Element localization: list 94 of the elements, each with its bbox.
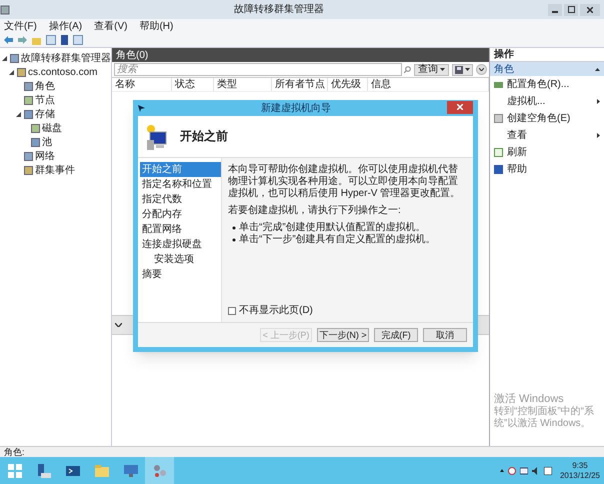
monitor-icon: [122, 462, 138, 478]
restore-button[interactable]: [564, 4, 578, 16]
tree-node-icon: [24, 96, 33, 104]
tree-node-icon: [24, 82, 33, 90]
column-header[interactable]: 信息: [371, 78, 391, 91]
close-button[interactable]: [447, 100, 473, 114]
dropdown-icon: [465, 68, 470, 71]
back-icon: [4, 36, 13, 44]
minimize-button[interactable]: [548, 4, 562, 16]
tree-item[interactable]: 故障转移群集管理器: [21, 52, 111, 64]
tree-node-icon: [31, 138, 40, 146]
restore-icon: [568, 6, 574, 13]
tree-node-icon: [24, 110, 33, 118]
tree-item[interactable]: 角色: [35, 80, 55, 92]
tree-node-icon: [17, 68, 26, 76]
query-button[interactable]: 查询: [414, 64, 449, 76]
wizard-step[interactable]: 配置网络: [140, 222, 221, 237]
tree-node-icon: [10, 54, 19, 62]
dialog-button[interactable]: 完成(F): [374, 328, 418, 342]
tree-item[interactable]: cs.contoso.com: [28, 66, 98, 78]
tray-app-icon: [508, 466, 516, 474]
speaker-icon: [532, 466, 540, 474]
wizard-step[interactable]: 连接虚拟硬盘: [140, 237, 221, 252]
panel-icon: [73, 35, 83, 45]
forward-icon: [18, 36, 27, 44]
app-icon: [0, 4, 10, 14]
close-icon: [587, 6, 593, 12]
tree-item[interactable]: 网络: [35, 150, 55, 162]
folder-icon: [94, 462, 110, 478]
column-header[interactable]: 所有者节点: [275, 78, 325, 91]
tree-node-icon: [24, 152, 33, 160]
wizard-heading: 开始之前: [180, 130, 228, 143]
blank-icon: [494, 114, 503, 123]
window-title: 故障转移群集管理器: [233, 3, 325, 16]
dialog-button[interactable]: 下一步(N) >: [317, 328, 369, 342]
activation-title: 激活 Windows: [494, 392, 565, 406]
column-header[interactable]: 类型: [217, 78, 237, 91]
search-field[interactable]: 搜索: [114, 63, 402, 76]
tree-item[interactable]: 磁盘: [42, 122, 62, 134]
paragraph: 本向导可帮助你创建虚拟机。你可以使用虚拟机代替物理计算机实现各种用途。可以立即使用本向导配置虚拟机，也可以稍后使用 Hyper-V 管理器更改配置。: [228, 164, 462, 200]
folder-icon: [32, 36, 41, 44]
paragraph: 若要创建虚拟机，请执行下列操作之一:: [228, 205, 402, 217]
chevron-icon: [479, 68, 484, 71]
tray-arrow-icon: [500, 469, 504, 472]
expand-button[interactable]: [476, 64, 487, 75]
wizard-step[interactable]: 安装选项: [140, 252, 221, 267]
tree-item[interactable]: 池: [42, 136, 52, 148]
bullet-text: 单击“下一步”创建具有自定义配置的虚拟机。: [239, 234, 436, 246]
windows-logo-icon: [6, 462, 22, 478]
tree-item[interactable]: 节点: [35, 94, 55, 106]
close-icon: [457, 104, 463, 110]
column-header[interactable]: 名称: [115, 78, 135, 91]
menu-item[interactable]: 操作(A): [48, 20, 82, 32]
action-link[interactable]: 帮助: [507, 163, 600, 176]
tree-node-icon: [24, 166, 33, 174]
save-query-button[interactable]: [452, 64, 473, 76]
action-link[interactable]: 创建空角色(E): [507, 112, 600, 125]
bullet-text: 单击“完成”创建使用默认值配置的虚拟机。: [239, 222, 426, 234]
action-link[interactable]: 配置角色(R)...: [507, 78, 600, 91]
clock-time[interactable]: 9:35: [572, 460, 588, 470]
action-link[interactable]: 虚拟机...: [507, 95, 593, 108]
tree-node-icon: [31, 124, 40, 132]
column-header[interactable]: 状态: [175, 78, 195, 91]
menu-item[interactable]: 帮助(H): [139, 20, 174, 32]
wizard-step[interactable]: 开始之前: [140, 162, 221, 177]
checkbox[interactable]: [228, 307, 236, 315]
section-header[interactable]: 角色: [490, 62, 604, 76]
activation-text: 转到“控制面板”中的“系统”以激活 Windows。: [494, 406, 595, 430]
column-header[interactable]: 优先级: [331, 78, 361, 91]
panel-icon: [46, 35, 56, 45]
search-icon: [404, 66, 411, 73]
action-link[interactable]: 查看: [507, 129, 593, 142]
wizard-step[interactable]: 分配内存: [140, 207, 221, 222]
dialog-title: 新建虚拟机向导: [260, 102, 332, 114]
collapse-icon: [595, 68, 600, 70]
status-text: 角色:: [4, 446, 25, 458]
pane-header: 角色(0): [112, 48, 489, 62]
checkbox-label[interactable]: 不再显示此页(D): [239, 305, 313, 317]
cluster-icon: [152, 462, 168, 478]
tree-item[interactable]: 存储: [35, 108, 55, 120]
action-link[interactable]: 刷新: [507, 146, 600, 159]
clock-date[interactable]: 2013/12/25: [560, 470, 600, 480]
dialog-app-icon: [138, 104, 145, 112]
chevron-icon: [115, 323, 122, 327]
dialog-button[interactable]: 取消: [423, 328, 467, 342]
menu-item[interactable]: 查看(V): [94, 20, 128, 32]
wizard-step[interactable]: 指定代数: [140, 192, 221, 207]
server-icon: [36, 462, 52, 478]
close-button[interactable]: [580, 4, 600, 16]
wizard-step[interactable]: 摘要: [140, 267, 221, 282]
wizard-step[interactable]: 指定名称和位置: [140, 177, 221, 192]
tree-item[interactable]: 群集事件: [35, 164, 75, 176]
menu-item[interactable]: 文件(F): [4, 20, 37, 32]
dropdown-icon: [440, 68, 445, 71]
